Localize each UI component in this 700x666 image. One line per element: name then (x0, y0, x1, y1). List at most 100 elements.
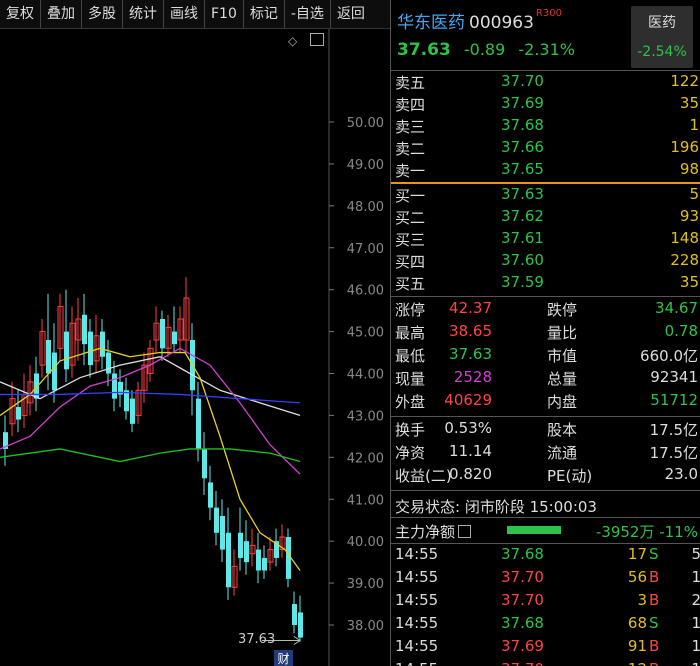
trade-volume: 68 (627, 614, 647, 632)
ask-label: 卖三 (395, 118, 426, 136)
price-change-pct: -2.31% (518, 40, 575, 59)
quote-panel: 华东医药 000963 R300 医药 -2.54% 37.63 -0.89 -2.… (390, 0, 700, 666)
fuquan-button[interactable]: 复权 (0, 0, 41, 28)
candle-body (16, 407, 21, 420)
divider (391, 70, 700, 71)
bid-label: 买三 (395, 231, 426, 249)
bid-row[interactable]: 买一 37.63 5 (391, 185, 700, 208)
draw-line-button[interactable]: 画线 (164, 0, 205, 28)
trade-side: B (649, 591, 660, 609)
ask-label: 卖五 (395, 74, 426, 92)
candlestick-chart[interactable]: 50.00 49.00 48.00 47.00 46.00 45.00 44.00 43.00… (0, 29, 390, 666)
pe-label: PE(动) (547, 467, 593, 485)
back-button[interactable]: 返回 (331, 0, 371, 28)
turnover-value: 0.53% (444, 419, 492, 437)
trade-volume: 56 (627, 568, 647, 586)
bid-label: 买五 (395, 275, 426, 293)
bid-volume: 5 (689, 185, 699, 203)
ask-row[interactable]: 卖四 37.69 35 (391, 94, 700, 117)
candle-body (202, 448, 207, 479)
chart-toolbar: 复权 叠加 多股 统计 画线 F10 标记 -自选 返回 (0, 0, 390, 29)
main-flow-text: 主力净额 (395, 523, 456, 541)
trade-volume: 12 (628, 660, 647, 666)
ask-row[interactable]: 卖二 37.66 196 (391, 138, 700, 161)
total-vol-label: 总量 (547, 370, 578, 388)
ask-label: 卖二 (395, 140, 426, 158)
diamond-icon[interactable]: ◇ (288, 34, 297, 48)
divider (391, 543, 700, 544)
sector-box[interactable]: 医药 -2.54% (631, 6, 693, 68)
last-price-tag: 37.63 (238, 632, 276, 647)
f10-button[interactable]: F10 (205, 0, 244, 28)
ask-row[interactable]: 卖三 37.68 1 (391, 116, 700, 139)
candle-body (52, 352, 57, 391)
trade-side: S (649, 614, 659, 632)
divider (391, 296, 700, 297)
ask-label: 卖四 (395, 96, 426, 114)
trade-time: 14:55 (395, 591, 439, 609)
ask-row[interactable]: 卖五 37.70 122 (391, 72, 700, 95)
vol-ratio-label: 量比 (547, 324, 578, 342)
main-flow-value: -3952万 -11% (595, 523, 698, 541)
bid-row[interactable]: 买二 37.62 93 (391, 207, 700, 230)
candle-body (82, 314, 87, 345)
trade-row: 14:55 37.70 3 B 2 (391, 591, 700, 613)
trade-side: S (649, 545, 659, 563)
index-badge: R300 (535, 8, 562, 19)
candle-body (100, 331, 105, 357)
trade-time: 14:55 (395, 660, 438, 666)
trade-volume: 3 (637, 591, 647, 609)
bid-row[interactable]: 买五 37.59 35 (391, 273, 700, 296)
trade-count: 1 (691, 660, 700, 666)
ask-volume: 98 (679, 160, 699, 178)
ask-volume: 1 (689, 116, 699, 134)
divider (391, 517, 700, 518)
candle-body (298, 612, 303, 638)
list-icon[interactable] (458, 525, 472, 538)
bid-price: 37.59 (501, 273, 544, 291)
bid-price: 37.63 (501, 185, 544, 203)
limit-up-label: 涨停 (395, 301, 426, 319)
share-cap-label: 股本 (547, 421, 578, 439)
ask-row[interactable]: 卖一 37.65 98 (391, 160, 700, 183)
bid-label: 买一 (395, 187, 426, 205)
total-vol-value: 92341 (650, 368, 698, 386)
candle-body (220, 516, 225, 550)
overlay-button[interactable]: 叠加 (41, 0, 82, 28)
ask-volume: 122 (670, 72, 699, 90)
stock-header: 华东医药 000963 R300 (397, 8, 562, 33)
candle-body (64, 331, 69, 370)
trade-row: 14:55 37.70 12B 1 (391, 660, 700, 666)
trade-time: 14:55 (395, 568, 439, 586)
bid-row[interactable]: 买三 37.61 148 (391, 229, 700, 252)
low-value: 37.63 (449, 345, 492, 363)
window-toggle-icon[interactable] (310, 33, 324, 46)
bid-volume: 148 (670, 229, 699, 247)
mark-button[interactable]: 标记 (244, 0, 285, 28)
bid-row[interactable]: 买四 37.60 228 (391, 251, 700, 274)
ask-label: 卖一 (395, 162, 426, 180)
stock-code: 000963 (469, 13, 534, 33)
float-value: 17.5亿 (649, 444, 698, 462)
financial-report-marker[interactable]: 财 (274, 650, 293, 666)
trade-side: B (649, 637, 660, 655)
multi-stock-button[interactable]: 多股 (82, 0, 123, 28)
high-value: 38.65 (449, 322, 492, 340)
low-label: 最低 (395, 347, 426, 365)
statistics-button[interactable]: 统计 (123, 0, 164, 28)
stock-name[interactable]: 华东医药 (397, 13, 465, 33)
candle-body (46, 339, 51, 374)
eps-label: 收益(二) (395, 467, 452, 485)
remove-watchlist-button[interactable]: -自选 (285, 0, 331, 28)
sector-change: -2.54% (637, 44, 687, 60)
ask-price: 37.65 (501, 160, 544, 178)
candle-body (262, 557, 267, 571)
ask-price: 37.68 (501, 116, 544, 134)
nav-label: 净资 (395, 444, 426, 462)
mkt-cap-label: 市值 (547, 347, 578, 365)
limit-up-value: 42.37 (449, 299, 492, 317)
main-flow-label[interactable]: 主力净额 (395, 521, 472, 542)
y-tick-label: 49.00 (347, 158, 384, 173)
ask-price: 37.70 (501, 72, 544, 90)
candle-body (292, 604, 297, 625)
